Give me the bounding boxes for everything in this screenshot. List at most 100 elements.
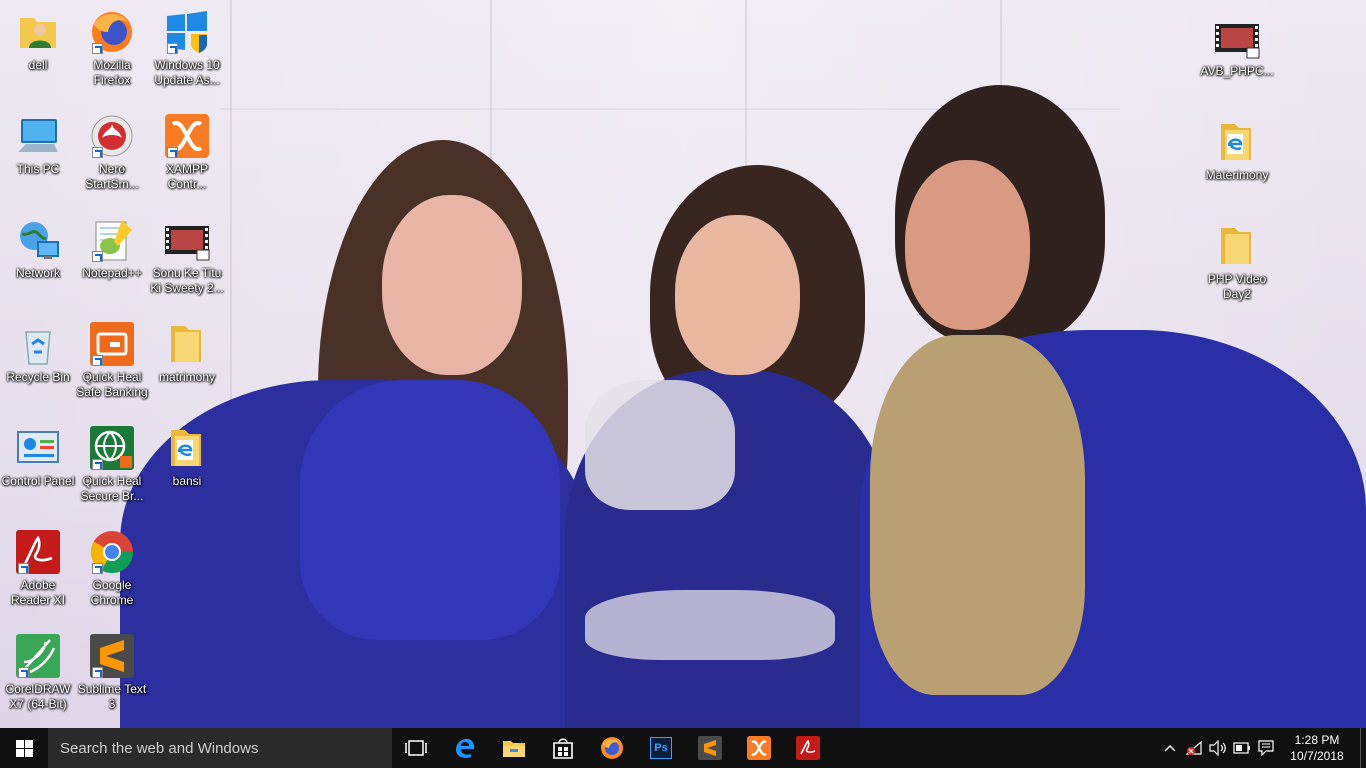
sublime-text-icon	[88, 632, 136, 680]
computer-icon	[14, 112, 62, 160]
battery-icon	[1233, 742, 1250, 754]
taskbar-sublime-text[interactable]	[686, 728, 734, 768]
windows-update-icon	[163, 8, 211, 56]
chevron-up-icon	[1164, 745, 1176, 752]
user-folder-icon	[14, 8, 62, 56]
taskbar-firefox[interactable]	[588, 728, 636, 768]
taskbar-adobe-reader[interactable]	[784, 728, 832, 768]
battery-button[interactable]	[1230, 728, 1254, 768]
start-button[interactable]	[0, 728, 48, 768]
search-placeholder: Search the web and Windows	[60, 739, 259, 757]
shortcut-arrow-icon	[92, 355, 103, 366]
action-center-icon	[1258, 740, 1274, 756]
desktop-icon-label: Sublime Text 3	[77, 682, 147, 711]
desktop-icon-label: XAMPP Contr...	[165, 162, 208, 191]
taskbar-clock[interactable]: 1:28 PM 10/7/2018	[1278, 732, 1356, 764]
desktop-icon-dell[interactable]: dell	[0, 8, 76, 73]
desktop-icon-nero-startsm[interactable]: Nero StartSm...	[74, 112, 150, 192]
desktop-icon-label: CorelDRAW X7 (64-Bit)	[5, 682, 71, 711]
store-icon	[553, 738, 573, 759]
desktop-icon-label: Materimony	[1205, 168, 1269, 182]
shortcut-arrow-icon	[92, 459, 103, 470]
desktop-icon-xampp-contr[interactable]: XAMPP Contr...	[149, 112, 225, 192]
clock-date: 10/7/2018	[1290, 749, 1344, 763]
photoshop-label: Ps	[654, 742, 668, 754]
desktop-icon-label: Google Chrome	[90, 578, 134, 607]
volume-button[interactable]	[1206, 728, 1230, 768]
chrome-icon	[88, 528, 136, 576]
volume-icon	[1209, 740, 1226, 756]
folder-icon	[163, 320, 211, 368]
edge-icon	[456, 738, 475, 759]
secure-browser-icon	[88, 424, 136, 472]
web-folder-icon	[163, 424, 211, 472]
desktop-icon-label: Quick Heal Safe Banking	[76, 370, 148, 399]
desktop-icon-coreldraw-x7-64-bit[interactable]: CorelDRAW X7 (64-Bit)	[0, 632, 76, 712]
desktop-icon-windows-10-update-as[interactable]: Windows 10 Update As...	[149, 8, 225, 88]
desktop-icon-recycle-bin[interactable]: Recycle Bin	[0, 320, 76, 385]
desktop-icon-label: Control Panel	[1, 474, 75, 488]
desktop-icon-label: Adobe Reader XI	[10, 578, 66, 607]
desktop-icon-google-chrome[interactable]: Google Chrome	[74, 528, 150, 608]
desktop-icon-label: dell	[28, 58, 48, 72]
search-box[interactable]: Search the web and Windows	[48, 728, 392, 768]
desktop-icon-label: Windows 10 Update As...	[154, 58, 220, 87]
task-view-button[interactable]	[392, 728, 440, 768]
nero-icon	[88, 112, 136, 160]
network-disconnected-icon	[1185, 740, 1202, 755]
desktop-icon-label: Network	[15, 266, 60, 280]
desktop-icon-label: matrimony	[158, 370, 215, 384]
network-status-button[interactable]	[1182, 728, 1206, 768]
video-file-icon	[1213, 14, 1261, 62]
desktop-icon-materimony[interactable]: Materimony	[1199, 118, 1275, 183]
file-explorer-icon	[503, 741, 525, 757]
desktop-icon-label: Sonu Ke Titu Ki Sweety 2...	[150, 266, 224, 295]
control-panel-icon	[14, 424, 62, 472]
shortcut-arrow-icon	[92, 43, 103, 54]
action-center-button[interactable]	[1254, 728, 1278, 768]
web-folder-icon	[1213, 118, 1261, 166]
desktop-icon-this-pc[interactable]: This PC	[0, 112, 76, 177]
desktop-icon-mozilla-firefox[interactable]: Mozilla Firefox	[74, 8, 150, 88]
network-icon	[14, 216, 62, 264]
windows-logo-icon	[15, 739, 33, 757]
desktop-icon-label: Nero StartSm...	[85, 162, 139, 191]
taskbar-xampp[interactable]	[735, 728, 783, 768]
desktop-icon-label: PHP Video Day2	[1207, 272, 1267, 301]
shortcut-arrow-icon	[167, 147, 178, 158]
photoshop-icon: Ps	[650, 737, 672, 759]
desktop-icon-notepad[interactable]: Notepad++	[74, 216, 150, 281]
task-view-icon	[405, 740, 427, 756]
show-hidden-icons-button[interactable]	[1158, 728, 1182, 768]
desktop-icon-matrimony[interactable]: matrimony	[149, 320, 225, 385]
xampp-icon	[747, 736, 771, 760]
firefox-icon	[88, 8, 136, 56]
desktop-icon-label: bansi	[172, 474, 202, 488]
shortcut-arrow-icon	[18, 563, 29, 574]
notepad-plus-plus-icon	[88, 216, 136, 264]
desktop-icon-quick-heal-safe-banking[interactable]: Quick Heal Safe Banking	[74, 320, 150, 400]
taskbar-edge[interactable]	[441, 728, 489, 768]
clock-time: 1:28 PM	[1294, 733, 1340, 747]
desktop-icon-bansi[interactable]: bansi	[149, 424, 225, 489]
desktop-icon-label: Recycle Bin	[6, 370, 70, 384]
desktop-icon-php-video-day2[interactable]: PHP Video Day2	[1199, 222, 1275, 302]
desktop-icon-adobe-reader-xi[interactable]: Adobe Reader XI	[0, 528, 76, 608]
desktop-icon-sublime-text-3[interactable]: Sublime Text 3	[74, 632, 150, 712]
desktop-icon-network[interactable]: Network	[0, 216, 76, 281]
adobe-reader-icon	[14, 528, 62, 576]
taskbar-store[interactable]	[539, 728, 587, 768]
desktop-icon-quick-heal-secure-br[interactable]: Quick Heal Secure Br...	[74, 424, 150, 504]
taskbar-file-explorer[interactable]	[490, 728, 538, 768]
coreldraw-icon	[14, 632, 62, 680]
safe-banking-icon	[88, 320, 136, 368]
taskbar: Search the web and Windows Ps 1:28 PM 10…	[0, 728, 1366, 768]
desktop-icon-avb-phpc[interactable]: AVB_PHPC...	[1199, 14, 1275, 79]
show-desktop-button[interactable]	[1360, 728, 1366, 768]
adobe-reader-icon	[796, 736, 820, 760]
taskbar-photoshop[interactable]: Ps	[637, 728, 685, 768]
system-tray: 1:28 PM 10/7/2018	[1158, 728, 1366, 768]
shortcut-arrow-icon	[92, 251, 103, 262]
desktop-icon-sonu-ke-titu-ki-sweety-2[interactable]: Sonu Ke Titu Ki Sweety 2...	[149, 216, 225, 296]
desktop-icon-control-panel[interactable]: Control Panel	[0, 424, 76, 489]
